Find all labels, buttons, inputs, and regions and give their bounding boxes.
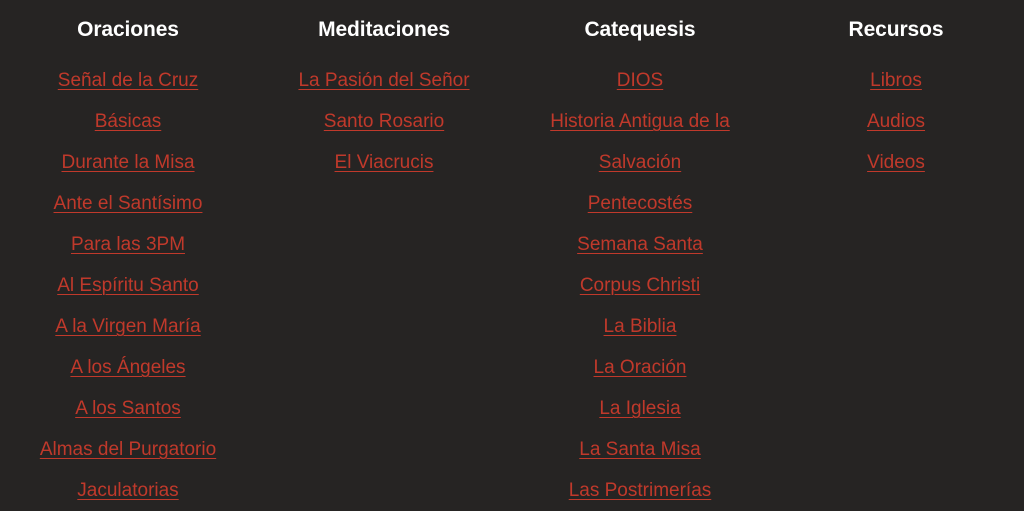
menu-link[interactable]: Al Espíritu Santo bbox=[10, 265, 246, 306]
column-title-oraciones: Oraciones bbox=[77, 18, 179, 41]
menu-link[interactable]: Corpus Christi bbox=[522, 265, 758, 306]
menu-link[interactable]: Las Postrimerías bbox=[522, 470, 758, 511]
menu-link[interactable]: Ante el Santísimo bbox=[10, 183, 246, 224]
menu-link[interactable]: Jaculatorias bbox=[10, 470, 246, 511]
menu-link[interactable]: La Santa Misa bbox=[522, 429, 758, 470]
menu-link[interactable]: Señal de la Cruz bbox=[10, 60, 246, 101]
menu-link[interactable]: Básicas bbox=[10, 101, 246, 142]
menu-column-meditaciones: Meditaciones La Pasión del Señor Santo R… bbox=[256, 14, 512, 511]
menu-link[interactable]: A los Santos bbox=[10, 388, 246, 429]
column-links-meditaciones: La Pasión del Señor Santo Rosario El Via… bbox=[266, 60, 502, 183]
column-links-oraciones: Señal de la Cruz Básicas Durante la Misa… bbox=[10, 60, 246, 511]
menu-link[interactable]: A la Virgen María bbox=[10, 306, 246, 347]
column-links-recursos: Libros Audios Videos bbox=[778, 60, 1014, 183]
menu-link[interactable]: Videos bbox=[778, 142, 1014, 183]
menu-link[interactable]: Libros bbox=[778, 60, 1014, 101]
menu-column-catequesis: Catequesis DIOS Historia Antigua de la S… bbox=[512, 14, 768, 511]
menu-link[interactable]: La Oración bbox=[522, 347, 758, 388]
menu-link[interactable]: A los Ángeles bbox=[10, 347, 246, 388]
menu-link[interactable]: DIOS bbox=[522, 60, 758, 101]
column-links-catequesis: DIOS Historia Antigua de la Salvación Pe… bbox=[522, 60, 758, 511]
menu-link[interactable]: Para las 3PM bbox=[10, 224, 246, 265]
column-title-meditaciones: Meditaciones bbox=[318, 18, 450, 41]
menu-link[interactable]: Pentecostés bbox=[522, 183, 758, 224]
menu-link[interactable]: El Viacrucis bbox=[266, 142, 502, 183]
menu-link[interactable]: La Biblia bbox=[522, 306, 758, 347]
menu-link[interactable]: Santo Rosario bbox=[266, 101, 502, 142]
menu-link[interactable]: Almas del Purgatorio bbox=[10, 429, 246, 470]
menu-link[interactable]: Semana Santa bbox=[522, 224, 758, 265]
menu-column-oraciones: Oraciones Señal de la Cruz Básicas Duran… bbox=[0, 14, 256, 511]
menu-link[interactable]: Durante la Misa bbox=[10, 142, 246, 183]
menu-column-recursos: Recursos Libros Audios Videos bbox=[768, 14, 1024, 511]
navigation-menu-grid: Oraciones Señal de la Cruz Básicas Duran… bbox=[0, 0, 1024, 511]
menu-link[interactable]: La Iglesia bbox=[522, 388, 758, 429]
menu-link[interactable]: Audios bbox=[778, 101, 1014, 142]
column-title-recursos: Recursos bbox=[848, 18, 944, 41]
menu-link[interactable]: La Pasión del Señor bbox=[266, 60, 502, 101]
menu-link[interactable]: Historia Antigua de la Salvación bbox=[522, 101, 758, 183]
column-title-catequesis: Catequesis bbox=[584, 18, 696, 41]
